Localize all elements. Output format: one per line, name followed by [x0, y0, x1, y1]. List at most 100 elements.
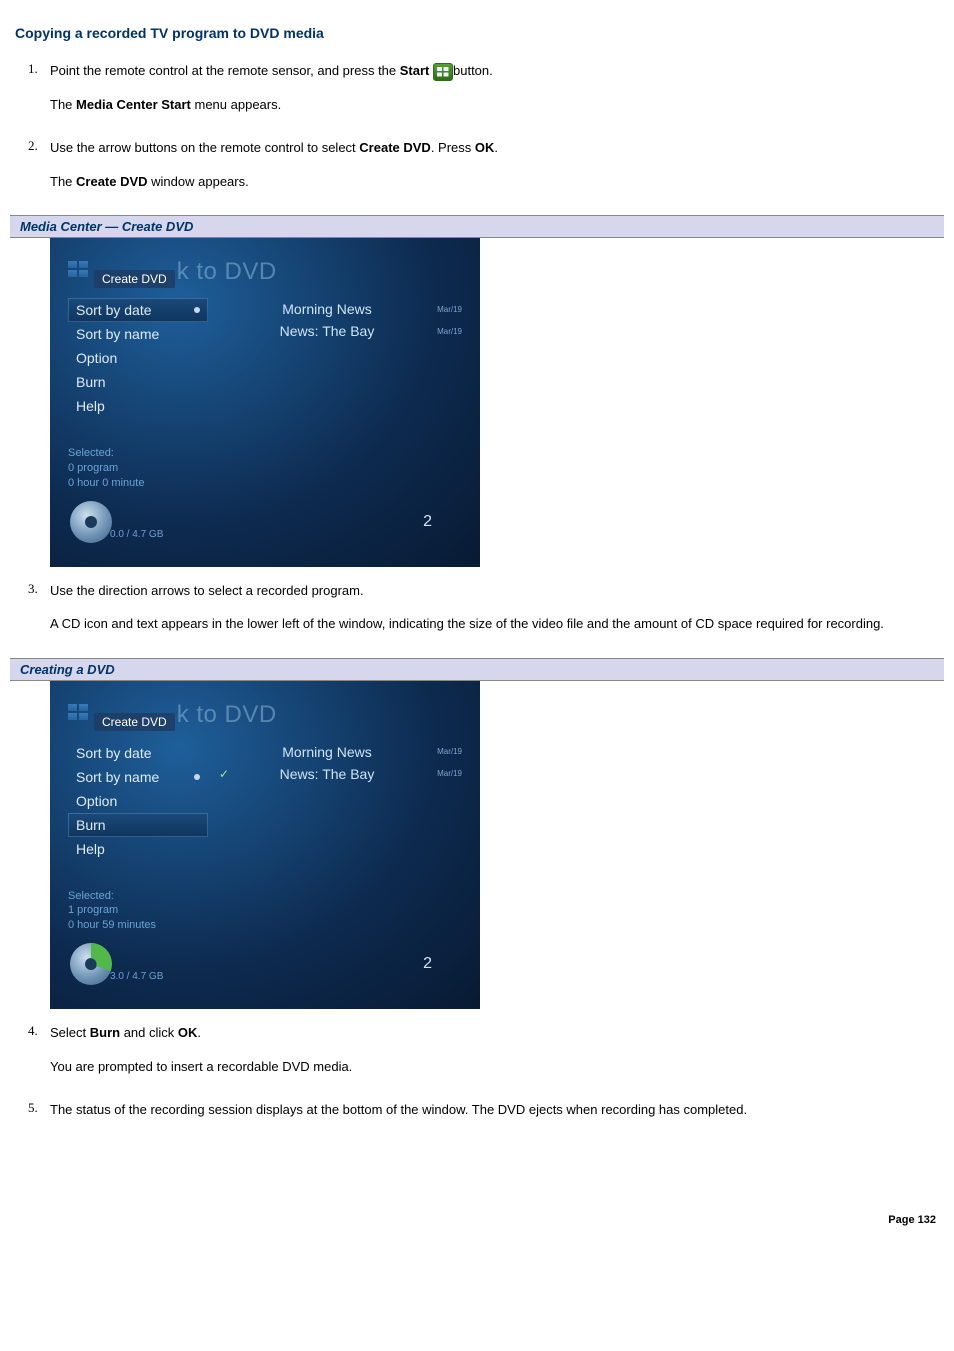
program-date: Mar/19	[422, 305, 462, 314]
sidebar-menu: Sort by date Sort by name Option Burn He…	[68, 298, 208, 491]
step-number: 4.	[20, 1023, 50, 1090]
step-body: The status of the recording session disp…	[50, 1100, 944, 1134]
program-title: News: The Bay	[232, 323, 422, 339]
bold-text: OK	[475, 140, 495, 155]
text: Use the arrow buttons on the remote cont…	[50, 140, 359, 155]
screenshot-create-dvd-2: Create DVD k to DVD Sort by date Sort by…	[50, 681, 480, 1010]
status-block: Selected: 1 program 0 hour 59 minutes	[68, 889, 208, 934]
logo-text: k to DVD	[177, 258, 277, 286]
bold-text: Burn	[90, 1025, 120, 1040]
status-duration: 0 hour 0 minute	[68, 476, 208, 491]
menu-label: Sort by date	[76, 302, 152, 318]
check-icon: ✓	[216, 767, 232, 781]
program-title: Morning News	[232, 744, 422, 760]
dot-icon	[194, 774, 200, 780]
menu-label: Sort by name	[76, 326, 159, 342]
steps-list-cont: 3. Use the direction arrows to select a …	[20, 581, 944, 648]
bold-text: Start	[400, 63, 430, 78]
text: Point the remote control at the remote s…	[50, 63, 400, 78]
status-duration: 0 hour 59 minutes	[68, 918, 208, 933]
disc-icon	[70, 943, 112, 985]
status-programs: 1 program	[68, 903, 208, 918]
step-body: Point the remote control at the remote s…	[50, 61, 944, 128]
logo-text: k to DVD	[177, 701, 277, 729]
program-date: Mar/19	[422, 747, 462, 756]
step-number: 2.	[20, 138, 50, 205]
step-4: 4. Select Burn and click OK. You are pro…	[20, 1023, 944, 1090]
text: window appears.	[148, 174, 249, 189]
step-2: 2. Use the arrow buttons on the remote c…	[20, 138, 944, 205]
status-label: Selected:	[68, 446, 208, 461]
menu-label: Sort by name	[76, 769, 159, 785]
menu-sort-by-date[interactable]: Sort by date	[68, 741, 208, 765]
bold-text: OK	[178, 1025, 198, 1040]
program-date: Mar/19	[422, 327, 462, 336]
figure-caption-2: Creating a DVD	[10, 658, 944, 681]
disc-size: 0.0 / 4.7 GB	[110, 529, 163, 540]
mc-header: Create DVD k to DVD	[68, 701, 462, 729]
menu-option[interactable]: Option	[68, 346, 208, 370]
menu-option[interactable]: Option	[68, 789, 208, 813]
list-item[interactable]: Morning News Mar/19	[216, 298, 462, 320]
disc-size: 3.0 / 4.7 GB	[110, 971, 163, 982]
menu-burn[interactable]: Burn	[68, 813, 208, 837]
bold-text: Create DVD	[359, 140, 431, 155]
menu-sort-by-name[interactable]: Sort by name	[68, 765, 208, 789]
mc-header: Create DVD k to DVD	[68, 258, 462, 286]
menu-label: Option	[76, 350, 117, 366]
text: Use the direction arrows to select a rec…	[50, 581, 944, 601]
program-title: Morning News	[232, 301, 422, 317]
text: The status of the recording session disp…	[50, 1100, 944, 1120]
screenshot-create-dvd-1: Create DVD k to DVD Sort by date Sort by…	[50, 238, 480, 567]
status-block: Selected: 0 program 0 hour 0 minute	[68, 446, 208, 491]
list-item[interactable]: Morning News Mar/19	[216, 741, 462, 763]
item-count: 2	[188, 955, 462, 991]
status-label: Selected:	[68, 889, 208, 904]
menu-help[interactable]: Help	[68, 837, 208, 861]
item-count: 2	[188, 513, 462, 549]
breadcrumb: Create DVD	[94, 713, 175, 731]
menu-label: Option	[76, 793, 117, 809]
step-body: Use the direction arrows to select a rec…	[50, 581, 944, 648]
step-5: 5. The status of the recording session d…	[20, 1100, 944, 1134]
dot-icon	[194, 307, 200, 313]
menu-burn[interactable]: Burn	[68, 370, 208, 394]
menu-label: Sort by date	[76, 745, 152, 761]
step-number: 3.	[20, 581, 50, 648]
menu-sort-by-date[interactable]: Sort by date	[68, 298, 208, 322]
menu-label: Help	[76, 841, 105, 857]
start-button-icon	[433, 63, 453, 81]
text: The	[50, 174, 76, 189]
text: . Press	[431, 140, 475, 155]
text: button.	[453, 63, 493, 78]
steps-list: 1. Point the remote control at the remot…	[20, 61, 944, 205]
text: .	[197, 1025, 201, 1040]
bold-text: Media Center Start	[76, 97, 191, 112]
page-number: Page 132	[10, 1214, 936, 1226]
step-body: Select Burn and click OK. You are prompt…	[50, 1023, 944, 1090]
windows-logo-icon	[68, 261, 90, 281]
breadcrumb: Create DVD	[94, 270, 175, 288]
step-number: 1.	[20, 61, 50, 128]
page-title: Copying a recorded TV program to DVD med…	[15, 25, 944, 41]
list-item[interactable]: News: The Bay Mar/19	[216, 320, 462, 342]
steps-list-cont2: 4. Select Burn and click OK. You are pro…	[20, 1023, 944, 1134]
menu-sort-by-name[interactable]: Sort by name	[68, 322, 208, 346]
bold-text: Create DVD	[76, 174, 148, 189]
menu-help[interactable]: Help	[68, 394, 208, 418]
list-item[interactable]: ✓ News: The Bay Mar/19	[216, 763, 462, 785]
step-body: Use the arrow buttons on the remote cont…	[50, 138, 944, 205]
sidebar-menu: Sort by date Sort by name Option Burn He…	[68, 741, 208, 934]
program-list: Morning News Mar/19 ✓ News: The Bay Mar/…	[216, 741, 462, 934]
program-date: Mar/19	[422, 769, 462, 778]
text: menu appears.	[191, 97, 281, 112]
menu-label: Burn	[76, 374, 106, 390]
step-number: 5.	[20, 1100, 50, 1134]
text: A CD icon and text appears in the lower …	[50, 614, 944, 634]
figure-caption-1: Media Center — Create DVD	[10, 215, 944, 238]
program-title: News: The Bay	[232, 766, 422, 782]
menu-label: Burn	[76, 817, 106, 833]
disc-indicator: 0.0 / 4.7 GB	[68, 499, 188, 549]
text: .	[494, 140, 498, 155]
text: The	[50, 97, 76, 112]
